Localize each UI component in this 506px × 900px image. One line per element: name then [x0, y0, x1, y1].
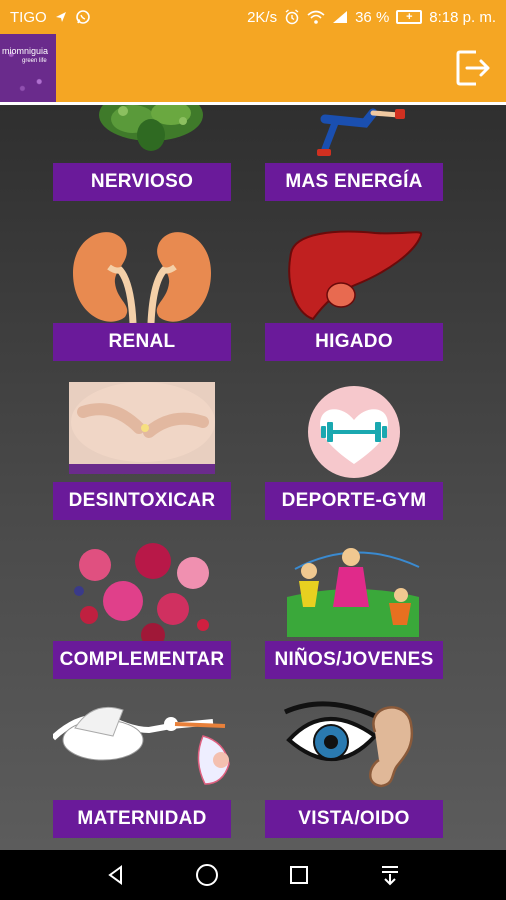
status-right: 2K/s 36 % + 8:18 p. m. — [247, 9, 496, 26]
tile-renal[interactable]: RENAL — [53, 223, 231, 361]
back-icon — [108, 865, 122, 885]
logo-text: miomniguia — [2, 46, 49, 56]
liver-icon — [288, 230, 423, 321]
tile-label-nervioso: NERVIOSO — [53, 163, 231, 201]
dumbbell-heart-icon — [308, 386, 400, 478]
tile-label-higado: HIGADO — [265, 323, 443, 361]
kids-playing-icon — [287, 548, 420, 637]
carrier-label: TIGO — [10, 8, 47, 26]
app-logo[interactable]: miomniguia green life — [0, 34, 56, 102]
status-left: TIGO — [10, 9, 91, 26]
network-speed: 2K/s — [247, 8, 278, 26]
home-icon — [196, 864, 219, 886]
nav-home-button[interactable] — [192, 860, 222, 890]
signal-icon — [333, 11, 348, 23]
belly-hands-icon — [69, 382, 215, 474]
clock: 8:18 p. m. — [429, 8, 496, 26]
tile-ninos-jovenes[interactable]: NIÑOS/JOVENES — [265, 541, 443, 679]
alarm-icon — [285, 9, 299, 25]
recents-icon — [289, 866, 308, 884]
location-arrow-icon — [55, 12, 66, 22]
tile-complementar[interactable]: COMPLEMENTAR — [53, 541, 231, 679]
tile-label-ninos-jovenes: NIÑOS/JOVENES — [265, 641, 443, 679]
battery-charging-icon: + — [396, 10, 423, 24]
nav-recents-button[interactable] — [284, 860, 314, 890]
notification-pull-icon — [382, 866, 399, 886]
eye-ear-icon — [283, 701, 414, 788]
runner-icon — [317, 108, 405, 156]
tile-nervioso[interactable]: NERVIOSO — [53, 105, 231, 201]
tile-vista-oido[interactable]: VISTA/OIDO — [265, 700, 443, 838]
smoothies-icon — [74, 543, 209, 641]
tile-label-deporte-gym: DEPORTE-GYM — [265, 482, 443, 520]
tile-label-mas-energia: MAS ENERGÍA — [265, 163, 443, 201]
tile-label-renal: RENAL — [53, 323, 231, 361]
logo-subtext: green life — [22, 58, 47, 64]
nav-back-button[interactable] — [101, 860, 131, 890]
tile-maternidad[interactable]: MATERNIDAD — [53, 700, 231, 838]
exit-icon[interactable] — [454, 48, 494, 88]
tile-deporte-gym[interactable]: DEPORTE-GYM — [265, 382, 443, 520]
tile-mas-energia[interactable]: MAS ENERGÍA — [265, 105, 443, 201]
herbs-icon — [99, 105, 203, 151]
tile-desintoxicar[interactable]: DESINTOXICAR — [53, 382, 231, 520]
wifi-icon — [307, 10, 325, 24]
tile-label-complementar: COMPLEMENTAR — [53, 641, 231, 679]
tile-label-maternidad: MATERNIDAD — [53, 800, 231, 838]
tile-higado[interactable]: HIGADO — [265, 223, 443, 361]
battery-percent: 36 % — [355, 8, 390, 26]
system-nav-bar — [0, 850, 506, 900]
tile-label-desintoxicar: DESINTOXICAR — [53, 482, 231, 520]
category-grid[interactable]: NERVIOSO MAS ENERGÍA RENAL HIGADO DESINT… — [0, 105, 506, 850]
status-bar: TIGO 2K/s 36 % + 8:18 p. m. — [0, 0, 506, 34]
whatsapp-icon — [75, 10, 90, 24]
tile-label-vista-oido: VISTA/OIDO — [265, 800, 443, 838]
app-bar: miomniguia green life — [0, 34, 506, 102]
nav-notifications-button[interactable] — [375, 860, 405, 890]
kidneys-icon — [73, 232, 211, 323]
stork-baby-icon — [53, 706, 230, 785]
